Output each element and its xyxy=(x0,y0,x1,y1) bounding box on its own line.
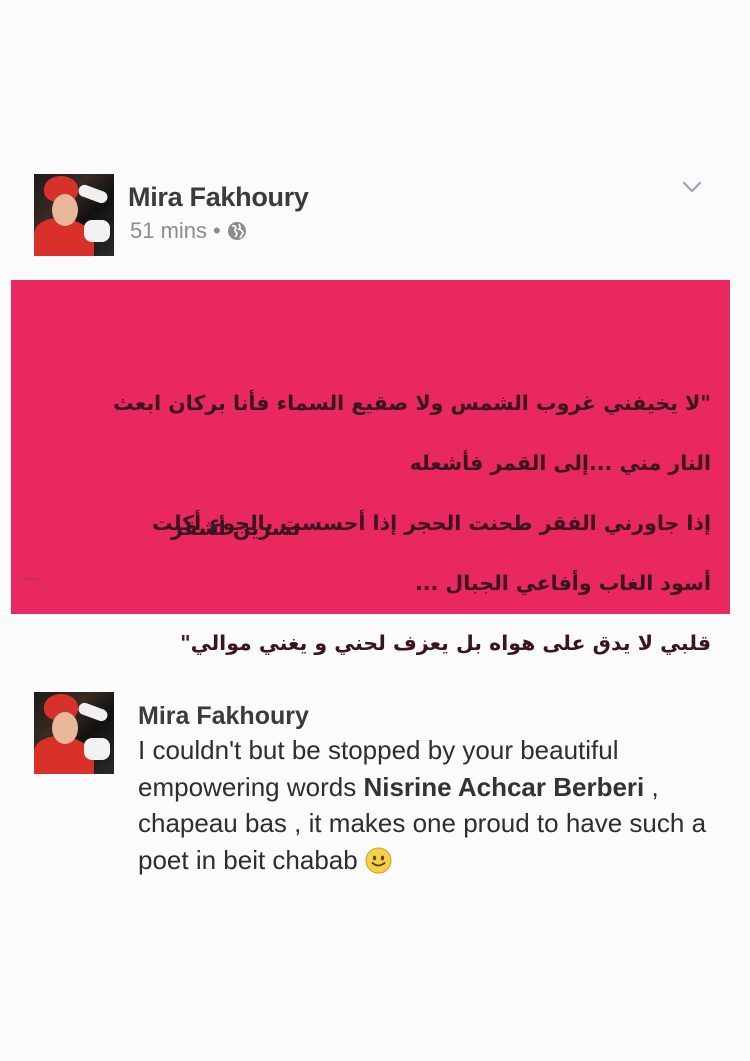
smiley-icon xyxy=(365,847,392,873)
quote-line: النار مني ...إلى القمر فأشعله xyxy=(409,451,711,475)
quote-line: أسود الغاب وأفاعي الجبال ... xyxy=(414,571,711,595)
globe-icon[interactable] xyxy=(227,221,247,241)
quote-line: "لا يخيفني غروب الشمس ولا صقيع السماء فأ… xyxy=(113,391,711,415)
post-author-name[interactable]: Mira Fakhoury xyxy=(128,182,309,213)
mention-link[interactable]: Nisrine Achcar Berberi xyxy=(363,772,644,802)
meta-separator: • xyxy=(213,218,221,243)
scanned-page: Mira Fakhoury 51 mins • "لا يخيفني غروب ا… xyxy=(0,0,750,1061)
post-header: Mira Fakhoury 51 mins • xyxy=(34,174,724,264)
scan-artifact xyxy=(20,578,38,580)
comment-author-name[interactable]: Mira Fakhoury xyxy=(138,702,309,731)
commenter-avatar[interactable] xyxy=(34,692,114,774)
quote-line: إذا جاورني الفقر طحنت الحجر إذا أحسست با… xyxy=(152,511,711,535)
quote-signature: نسرين أشقر xyxy=(171,516,301,540)
chevron-down-icon[interactable] xyxy=(682,180,702,194)
comment-text: I couldn't but be stopped by your beauti… xyxy=(138,732,718,878)
quote-text: "لا يخيفني غروب الشمس ولا صقيع السماء فأ… xyxy=(41,358,711,688)
author-avatar[interactable] xyxy=(34,174,114,256)
quote-image[interactable]: "لا يخيفني غروب الشمس ولا صقيع السماء فأ… xyxy=(11,280,730,655)
post-meta: 51 mins • xyxy=(130,218,247,244)
quote-line: قلبي لا يدق على هواه بل يعزف لحني و يغني… xyxy=(180,631,711,655)
comment: Mira Fakhoury I couldn't but be stopped … xyxy=(34,692,724,892)
post-timestamp[interactable]: 51 mins xyxy=(130,218,207,243)
